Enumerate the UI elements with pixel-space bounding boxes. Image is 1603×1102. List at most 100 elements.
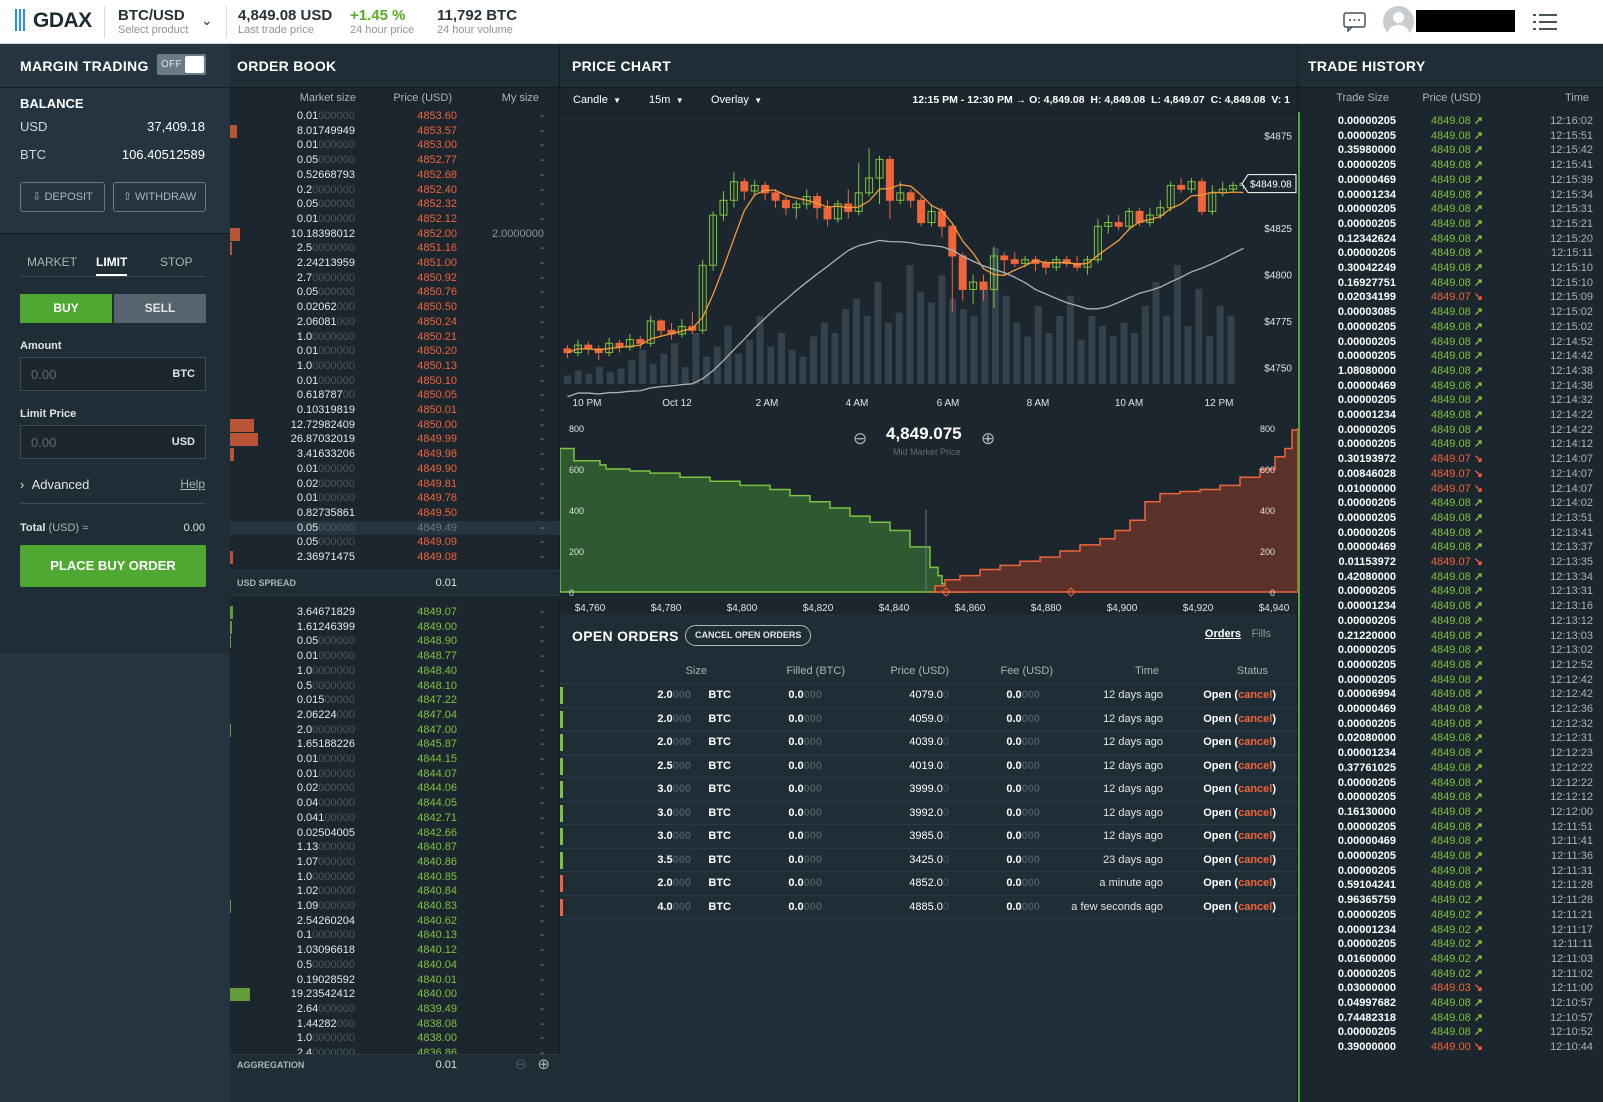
margin-toggle[interactable]: OFF xyxy=(157,54,206,75)
order-book-row[interactable]: 1.00000000 4850.13 - xyxy=(230,359,560,374)
menu-icon[interactable] xyxy=(1533,13,1557,31)
order-book-row[interactable]: 2.54260204 4840.62 - xyxy=(230,914,560,929)
order-book-row[interactable]: 0.01000000 4850.20 - xyxy=(230,344,560,359)
order-book-row[interactable]: 0.05000000 4849.49 - xyxy=(230,520,560,536)
gdax-logo[interactable]: GDAX xyxy=(15,9,92,33)
order-book-row[interactable]: 2.50000000 4851.16 - xyxy=(230,241,560,256)
order-book-row[interactable]: 10.18398012 4852.00 2.0000000 xyxy=(230,227,560,242)
cancel-order-link[interactable]: cancel xyxy=(1238,760,1272,772)
cancel-order-link[interactable]: cancel xyxy=(1238,830,1272,842)
tab-limit[interactable]: LIMIT xyxy=(96,255,128,276)
order-book-row[interactable]: 1.00000000 4840.85 - xyxy=(230,870,560,885)
order-book-row[interactable]: 0.04100000 4842.71 - xyxy=(230,811,560,826)
help-link[interactable]: Help xyxy=(180,477,205,491)
overlay-dropdown[interactable]: Overlay ▼ xyxy=(711,94,762,106)
order-book-row[interactable]: 0.52668793 4852.68 - xyxy=(230,168,560,183)
order-book-row[interactable]: 0.01000000 4850.10 - xyxy=(230,374,560,389)
cancel-order-link[interactable]: cancel xyxy=(1238,713,1272,725)
cancel-order-link[interactable]: cancel xyxy=(1238,854,1272,866)
order-book-row[interactable]: 1.61246399 4849.00 - xyxy=(230,620,560,635)
order-book-row[interactable]: 0.04000000 4844.05 - xyxy=(230,796,560,811)
open-order-row[interactable]: 3.0000 BTC 0.0000 3992.00 0.0000 12 days ago O… xyxy=(560,802,1298,825)
order-book-row[interactable]: 0.01000000 4853.60 - xyxy=(230,109,560,124)
order-book-row[interactable]: 1.44282000 4838.08 - xyxy=(230,1017,560,1032)
tab-orders[interactable]: Orders xyxy=(1205,628,1241,640)
place-buy-order-button[interactable]: PLACE BUY ORDER xyxy=(20,545,206,587)
order-book-row[interactable]: 2.70000000 4850.92 - xyxy=(230,271,560,286)
order-book-row[interactable]: 8.01749949 4853.57 - xyxy=(230,124,560,139)
open-order-row[interactable]: 2.0000 BTC 0.0000 4852.00 0.0000 a minute ago… xyxy=(560,872,1298,896)
cancel-open-orders-button[interactable]: CANCEL OPEN ORDERS xyxy=(685,625,812,646)
order-book-row[interactable]: 0.01000000 4844.15 - xyxy=(230,752,560,767)
order-book-row[interactable]: 0.20000000 4852.40 - xyxy=(230,183,560,198)
order-book-row[interactable]: 0.50000000 4848.10 - xyxy=(230,679,560,694)
order-book-row[interactable]: 0.05000000 4850.76 - xyxy=(230,285,560,300)
order-book-row[interactable]: 0.01000000 4852.12 - xyxy=(230,212,560,227)
order-book-row[interactable]: 0.01000000 4849.78 - xyxy=(230,491,560,506)
cancel-order-link[interactable]: cancel xyxy=(1238,783,1272,795)
open-order-row[interactable]: 3.0000 BTC 0.0000 3999.00 0.0000 12 days ago O… xyxy=(560,778,1298,802)
candle-dropdown[interactable]: Candle ▼ xyxy=(573,94,621,106)
order-book-row[interactable]: 2.64000000 4839.49 - xyxy=(230,1002,560,1017)
order-book-row[interactable]: 0.02504005 4842.66 - xyxy=(230,826,560,841)
aggregation-decrease-icon[interactable]: ⊖ xyxy=(514,1055,527,1073)
order-book-row[interactable]: 2.24213959 4851.00 - xyxy=(230,256,560,271)
order-book-row[interactable]: 1.00000000 4850.21 - xyxy=(230,330,560,345)
cancel-order-link[interactable]: cancel xyxy=(1238,807,1272,819)
amount-input[interactable]: 0.00 BTC xyxy=(20,357,206,391)
order-book-row[interactable]: 2.06081000 4850.24 - xyxy=(230,315,560,330)
order-book-row[interactable]: 0.82735861 4849.50 - xyxy=(230,506,560,521)
aggregation-increase-icon[interactable]: ⊕ xyxy=(537,1055,550,1073)
cancel-order-link[interactable]: cancel xyxy=(1238,901,1272,913)
tab-market[interactable]: MARKET xyxy=(27,255,77,269)
order-book-row[interactable]: 12.72982409 4850.00 - xyxy=(230,418,560,433)
order-book-row[interactable]: 1.03096618 4840.12 - xyxy=(230,943,560,958)
order-book-row[interactable]: 19.23542412 4840.00 - xyxy=(230,987,560,1002)
open-order-row[interactable]: 3.5000 BTC 0.0000 3425.00 0.0000 23 days ago O… xyxy=(560,849,1298,872)
open-order-row[interactable]: 2.0000 BTC 0.0000 4079.00 0.0000 12 days ago O… xyxy=(560,684,1298,708)
tab-stop[interactable]: STOP xyxy=(160,255,192,269)
order-book-row[interactable]: 1.00000000 4838.00 - xyxy=(230,1031,560,1046)
order-book-row[interactable]: 0.02000000 4844.06 - xyxy=(230,781,560,796)
open-order-row[interactable]: 2.0000 BTC 0.0000 4039.00 0.0000 12 days ago O… xyxy=(560,731,1298,755)
order-book-row[interactable]: 1.02000000 4840.84 - xyxy=(230,884,560,899)
order-book-row[interactable]: 0.50000000 4840.04 - xyxy=(230,958,560,973)
order-book-row[interactable]: 0.05000000 4849.09 - xyxy=(230,535,560,550)
order-book-row[interactable]: 0.01500000 4847.22 - xyxy=(230,693,560,708)
buy-button[interactable]: BUY xyxy=(20,294,112,323)
order-book-row[interactable]: 1.00000000 4848.40 - xyxy=(230,664,560,679)
cancel-order-link[interactable]: cancel xyxy=(1238,877,1272,889)
limit-price-input[interactable]: 0.00 USD xyxy=(20,425,206,459)
order-book-row[interactable]: 26.87032019 4849.99 - xyxy=(230,432,560,447)
order-book-row[interactable]: 2.00000000 4847.00 - xyxy=(230,723,560,738)
candlestick-chart[interactable]: $4875 $4825 $4800 $4775 $4750 $4849.08 10 PM Oc… xyxy=(560,114,1298,410)
order-book-row[interactable]: 0.02000000 4849.81 - xyxy=(230,477,560,492)
open-order-row[interactable]: 2.5000 BTC 0.0000 4019.00 0.0000 12 days ago O… xyxy=(560,755,1298,778)
order-book-row[interactable]: 0.19028592 4840.01 - xyxy=(230,973,560,988)
order-book-row[interactable]: 0.10000000 4840.13 - xyxy=(230,928,560,943)
order-book-row[interactable]: 1.65188226 4845.87 - xyxy=(230,737,560,752)
zoom-in-icon[interactable]: ⊕ xyxy=(981,429,995,449)
open-order-row[interactable]: 4.0000 BTC 0.0000 4885.00 0.0000 a few second… xyxy=(560,896,1298,919)
cancel-order-link[interactable]: cancel xyxy=(1238,689,1272,701)
cancel-order-link[interactable]: cancel xyxy=(1238,736,1272,748)
order-book-row[interactable]: 0.01000000 4853.00 - xyxy=(230,138,560,153)
order-book-row[interactable]: 0.01000000 4849.90 - xyxy=(230,462,560,477)
order-book-row[interactable]: 2.40000000 4836.86 - xyxy=(230,1046,560,1054)
sell-button[interactable]: SELL xyxy=(114,294,206,323)
order-book-row[interactable]: 0.01000000 4844.07 - xyxy=(230,767,560,782)
order-book-row[interactable]: 0.05000000 4848.90 - xyxy=(230,634,560,649)
zoom-out-icon[interactable]: ⊖ xyxy=(853,429,867,449)
open-order-row[interactable]: 3.0000 BTC 0.0000 3985.00 0.0000 12 days ago O… xyxy=(560,825,1298,849)
order-book-row[interactable]: 0.02062000 4850.50 - xyxy=(230,300,560,315)
account-name-redacted[interactable] xyxy=(1416,10,1515,32)
order-book-row[interactable]: 0.01000000 4848.77 - xyxy=(230,649,560,664)
deposit-button[interactable]: ⇩ DEPOSIT xyxy=(20,182,105,212)
avatar[interactable] xyxy=(1383,6,1414,37)
order-book-row[interactable]: 3.64671829 4849.07 - xyxy=(230,605,560,620)
order-book-row[interactable]: 0.61878700 4850.05 - xyxy=(230,388,560,403)
order-book-row[interactable]: 2.36971475 4849.08 - xyxy=(230,550,560,565)
withdraw-button[interactable]: ⇧ WITHDRAW xyxy=(113,182,206,212)
order-book-row[interactable]: 1.09000000 4840.83 - xyxy=(230,899,560,914)
tab-fills[interactable]: Fills xyxy=(1251,628,1271,640)
